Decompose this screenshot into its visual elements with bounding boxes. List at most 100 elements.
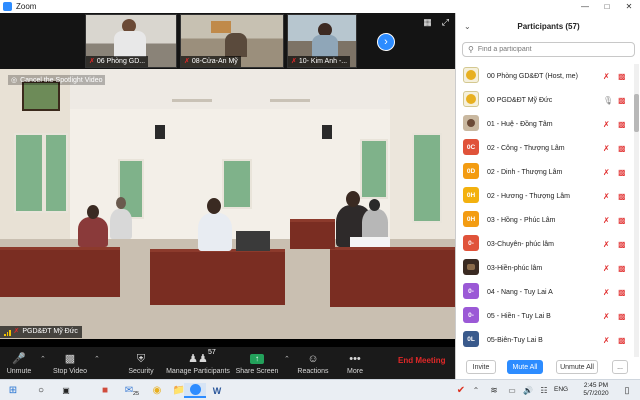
muted-mic-icon[interactable]: ✗ (603, 120, 610, 129)
video-off-icon: ▩ (618, 119, 626, 129)
participant-list: 00 Phòng GD&ĐT (Host, me) ✗ ▩ 00 PGD&ĐT … (456, 64, 634, 357)
share-screen-icon: ↑ (250, 353, 264, 364)
unmute-button[interactable]: 🎤 Unmute (4, 347, 34, 379)
network-icon[interactable]: ☷ (538, 383, 550, 398)
cancel-spotlight-button[interactable]: ◎ Cancel the Spotlight Video (8, 75, 106, 85)
participant-row[interactable]: 0H 03 - Hồng - Phúc Lâm ✗ ▩ (456, 208, 634, 232)
muted-mic-icon[interactable]: ✗ (603, 336, 610, 345)
video-off-icon: ▩ (618, 191, 626, 201)
audio-options-chevron-icon[interactable]: ⌃ (40, 355, 46, 363)
avatar (463, 259, 479, 275)
invite-button[interactable]: Invite (466, 360, 496, 374)
participant-row[interactable]: 0H 02 - Hương - Thượng Lâm ✗ ▩ (456, 184, 634, 208)
participant-row[interactable]: 01 - Huệ - Đồng Tâm ✗ ▩ (456, 112, 634, 136)
muted-mic-icon: ✗ (13, 328, 20, 335)
participant-row[interactable]: 00 PGD&ĐT Mỹ Đức 🎙 ▩ (456, 88, 634, 112)
avatar: 0H (463, 187, 479, 203)
video-thumbnail[interactable]: ✗ 06 Phòng GD... (85, 14, 177, 68)
video-off-icon: ▩ (618, 167, 626, 177)
thumbnail-name: 10- Kim Anh -... (298, 58, 348, 65)
chrome-icon[interactable]: ◉ (150, 383, 164, 398)
participant-row[interactable]: 00 Phòng GD&ĐT (Host, me) ✗ ▩ (456, 64, 634, 88)
video-thumbnail[interactable]: ✗ 10- Kim Anh -... (287, 14, 357, 68)
avatar (463, 91, 479, 107)
input-language[interactable]: ENG (554, 386, 568, 394)
end-meeting-button[interactable]: End Meeting (398, 356, 446, 365)
participant-row[interactable]: 0- 05 - Hiền - Tuy Lai B ✗ ▩ (456, 304, 634, 328)
video-off-icon: ▩ (618, 239, 626, 249)
participant-row[interactable]: 0D 02 - Dinh - Thượng Lâm ✗ ▩ (456, 160, 634, 184)
speaker-name-tag: ✗ PGD&ĐT Mỹ Đức (0, 326, 82, 338)
minimize-icon[interactable]: — (574, 0, 596, 13)
participants-icon: ♟♟ (188, 352, 208, 365)
app-icon[interactable]: ■ (98, 383, 112, 398)
avatar: 0L (463, 331, 479, 347)
zoom-taskbar-icon[interactable] (184, 383, 206, 398)
start-windows-icon[interactable]: ⊞ (6, 383, 20, 398)
security-button[interactable]: ⛨ Security (124, 347, 158, 379)
speaker-name: PGD&ĐT Mỹ Đức (22, 328, 78, 335)
video-options-chevron-icon[interactable]: ⌃ (94, 355, 100, 363)
next-thumbnails-button[interactable]: › (377, 33, 395, 51)
mic-icon[interactable]: 🎙 (603, 96, 613, 105)
share-screen-button[interactable]: ↑ Share Screen (236, 347, 278, 379)
search-circle-icon[interactable]: ○ (34, 383, 48, 398)
panel-header: ⌄ Participants (57) (456, 13, 640, 39)
pin-icon: ◎ (11, 77, 18, 84)
mute-all-button[interactable]: Mute All (507, 360, 543, 374)
muted-mic-icon[interactable]: ✗ (603, 144, 610, 153)
tray-chevron-icon[interactable]: ⌃ (470, 383, 482, 398)
action-center-icon[interactable]: ▯ (620, 383, 634, 398)
participant-row[interactable]: 0- 04 - Nang - Tuy Lai A ✗ ▩ (456, 280, 634, 304)
share-options-chevron-icon[interactable]: ⌃ (284, 355, 290, 363)
word-icon[interactable]: W (208, 383, 226, 398)
video-thumbnail[interactable]: ✗ 08-Cửa-An Mỹ (180, 14, 284, 68)
clock[interactable]: 2:45 PM 5/7/2020 (578, 382, 614, 398)
panel-title: Participants (57) (517, 21, 580, 31)
close-icon[interactable]: ✕ (618, 0, 640, 13)
maximize-icon[interactable]: □ (596, 0, 618, 13)
avatar: 0D (463, 163, 479, 179)
task-view-icon[interactable]: ▣ (58, 383, 74, 398)
stop-video-button[interactable]: ▩ Stop Video (52, 347, 88, 379)
unmute-all-button[interactable]: Unmute All (556, 360, 598, 374)
participant-row[interactable]: 0C 02 - Công - Thượng Lâm ✗ ▩ (456, 136, 634, 160)
muted-mic-icon[interactable]: ✗ (603, 168, 610, 177)
volume-icon[interactable]: 🔊 (522, 383, 534, 398)
muted-mic-icon[interactable]: ✗ (603, 288, 610, 297)
muted-mic-icon[interactable]: ✗ (603, 72, 610, 81)
meeting-toolbar: 🎤 Unmute ⌃ ▩ Stop Video ⌃ ⛨ Security ♟♟ … (0, 347, 455, 379)
participant-scrollbar[interactable] (634, 64, 639, 357)
muted-mic-icon[interactable]: ✗ (603, 216, 610, 225)
grid-view-icon[interactable]: ▦ (423, 17, 432, 28)
more-button[interactable]: ••• More (340, 347, 370, 379)
participant-row[interactable]: 0L 05-Biên-Tuy Lai B ✗ ▩ (456, 328, 634, 352)
zoom-logo-icon (3, 2, 12, 11)
participant-search[interactable]: ⚲ (462, 42, 635, 57)
panel-footer: Invite Mute All Unmute All ... (456, 357, 640, 379)
windows-taskbar: ⊞ ○ ▣ ■ ✉ 25 ◉ 📁 W ✔ ⌃ ≋ ▭ 🔊 ☷ ENG 2:45 … (0, 379, 640, 400)
tray-app-icon[interactable]: ✔ (455, 383, 467, 398)
wall-painting (22, 81, 60, 111)
muted-mic-icon[interactable]: ✗ (603, 240, 610, 249)
participants-panel: ⌄ Participants (57) ⚲ 00 Phòng GD&ĐT (Ho… (455, 13, 640, 379)
avatar (463, 67, 479, 83)
wifi-icon[interactable]: ≋ (488, 383, 500, 398)
panel-more-button[interactable]: ... (612, 360, 628, 374)
spotlight-label: Cancel the Spotlight Video (20, 76, 103, 84)
video-off-icon: ▩ (618, 263, 626, 273)
video-off-icon: ▩ (618, 311, 626, 321)
search-input[interactable] (477, 46, 628, 53)
manage-participants-button[interactable]: ♟♟ Manage Participants (166, 347, 230, 379)
muted-mic-icon[interactable]: ✗ (603, 312, 610, 321)
main-video (0, 69, 455, 339)
reactions-button[interactable]: ☺ Reactions (296, 347, 330, 379)
muted-mic-icon[interactable]: ✗ (603, 192, 610, 201)
fullscreen-icon[interactable]: ⤢ (442, 17, 449, 28)
participant-row[interactable]: 0- 03-Chuyên- phúc lâm ✗ ▩ (456, 232, 634, 256)
muted-mic-icon[interactable]: ✗ (603, 264, 610, 273)
notification-badge: 25 (133, 391, 140, 397)
battery-icon[interactable]: ▭ (506, 383, 518, 398)
video-off-icon: ▩ (618, 71, 626, 81)
participant-row[interactable]: 03-Hiền-phúc lâm ✗ ▩ (456, 256, 634, 280)
